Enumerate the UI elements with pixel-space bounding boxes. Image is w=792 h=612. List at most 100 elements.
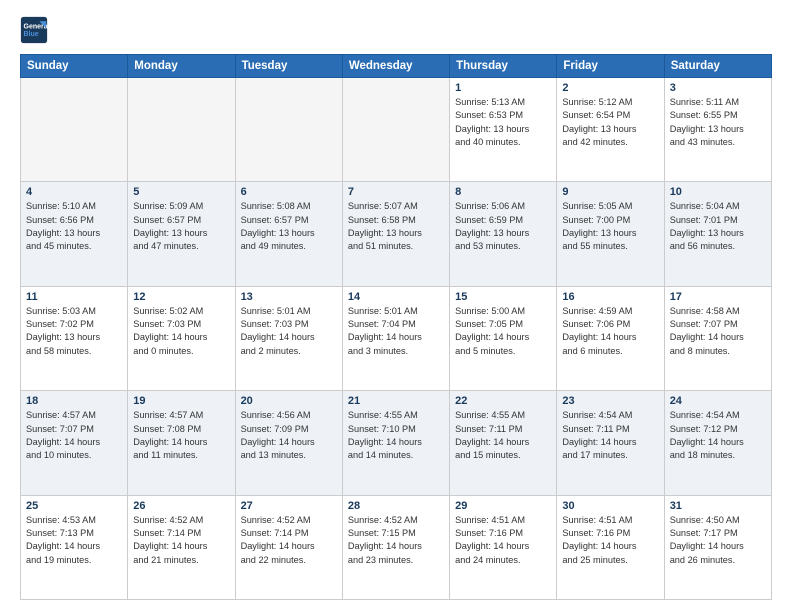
day-info: Sunrise: 4:57 AM Sunset: 7:08 PM Dayligh… bbox=[133, 409, 229, 462]
day-info: Sunrise: 5:05 AM Sunset: 7:00 PM Dayligh… bbox=[562, 200, 658, 253]
calendar-cell bbox=[235, 78, 342, 182]
day-info: Sunrise: 4:57 AM Sunset: 7:07 PM Dayligh… bbox=[26, 409, 122, 462]
day-number: 31 bbox=[670, 500, 766, 512]
day-number: 2 bbox=[562, 82, 658, 94]
calendar-cell: 5Sunrise: 5:09 AM Sunset: 6:57 PM Daylig… bbox=[128, 182, 235, 286]
day-info: Sunrise: 4:59 AM Sunset: 7:06 PM Dayligh… bbox=[562, 305, 658, 358]
day-info: Sunrise: 5:13 AM Sunset: 6:53 PM Dayligh… bbox=[455, 96, 551, 149]
calendar-cell: 1 Sunrise: 5:13 AM Sunset: 6:53 PM Daylig… bbox=[450, 78, 557, 182]
day-info: Sunrise: 4:54 AM Sunset: 7:11 PM Dayligh… bbox=[562, 409, 658, 462]
logo-icon: General Blue bbox=[20, 16, 48, 44]
day-info: Sunrise: 5:10 AM Sunset: 6:56 PM Dayligh… bbox=[26, 200, 122, 253]
day-info: Sunrise: 5:03 AM Sunset: 7:02 PM Dayligh… bbox=[26, 305, 122, 358]
header: General Blue bbox=[20, 16, 772, 44]
calendar-cell: 21 Sunrise: 4:55 AM Sunset: 7:10 PM Dayli… bbox=[342, 391, 449, 495]
calendar-cell: 26 Sunrise: 4:52 AM Sunset: 7:14 PM Dayli… bbox=[128, 495, 235, 599]
day-info: Sunrise: 4:51 AM Sunset: 7:16 PM Dayligh… bbox=[562, 514, 658, 567]
weekday-header-tuesday: Tuesday bbox=[235, 55, 342, 78]
calendar-cell: 11 Sunrise: 5:03 AM Sunset: 7:02 PM Dayli… bbox=[21, 286, 128, 390]
day-number: 29 bbox=[455, 500, 551, 512]
day-number: 27 bbox=[241, 500, 337, 512]
day-number: 30 bbox=[562, 500, 658, 512]
day-number: 26 bbox=[133, 500, 229, 512]
day-number: 24 bbox=[670, 395, 766, 407]
day-info: Sunrise: 5:12 AM Sunset: 6:54 PM Dayligh… bbox=[562, 96, 658, 149]
calendar-cell: 6Sunrise: 5:08 AM Sunset: 6:57 PM Daylig… bbox=[235, 182, 342, 286]
calendar-cell bbox=[342, 78, 449, 182]
day-number: 25 bbox=[26, 500, 122, 512]
weekday-header-wednesday: Wednesday bbox=[342, 55, 449, 78]
weekday-header-saturday: Saturday bbox=[664, 55, 771, 78]
day-info: Sunrise: 5:06 AM Sunset: 6:59 PM Dayligh… bbox=[455, 200, 551, 253]
calendar-cell: 16 Sunrise: 4:59 AM Sunset: 7:06 PM Dayli… bbox=[557, 286, 664, 390]
weekday-header-row: SundayMondayTuesdayWednesdayThursdayFrid… bbox=[21, 55, 772, 78]
calendar-cell: 31 Sunrise: 4:50 AM Sunset: 7:17 PM Dayli… bbox=[664, 495, 771, 599]
day-number: 21 bbox=[348, 395, 444, 407]
day-number: 4 bbox=[26, 186, 122, 198]
calendar-cell: 29 Sunrise: 4:51 AM Sunset: 7:16 PM Dayli… bbox=[450, 495, 557, 599]
weekday-header-thursday: Thursday bbox=[450, 55, 557, 78]
day-number: 20 bbox=[241, 395, 337, 407]
day-info: Sunrise: 4:55 AM Sunset: 7:10 PM Dayligh… bbox=[348, 409, 444, 462]
day-info: Sunrise: 4:52 AM Sunset: 7:14 PM Dayligh… bbox=[241, 514, 337, 567]
weekday-header-monday: Monday bbox=[128, 55, 235, 78]
day-number: 6 bbox=[241, 186, 337, 198]
calendar-cell: 23 Sunrise: 4:54 AM Sunset: 7:11 PM Dayli… bbox=[557, 391, 664, 495]
day-number: 12 bbox=[133, 291, 229, 303]
day-info: Sunrise: 5:01 AM Sunset: 7:03 PM Dayligh… bbox=[241, 305, 337, 358]
calendar-table: SundayMondayTuesdayWednesdayThursdayFrid… bbox=[20, 54, 772, 600]
calendar-week-row: 25 Sunrise: 4:53 AM Sunset: 7:13 PM Dayli… bbox=[21, 495, 772, 599]
calendar-cell: 27 Sunrise: 4:52 AM Sunset: 7:14 PM Dayli… bbox=[235, 495, 342, 599]
calendar-cell: 7Sunrise: 5:07 AM Sunset: 6:58 PM Daylig… bbox=[342, 182, 449, 286]
day-info: Sunrise: 5:04 AM Sunset: 7:01 PM Dayligh… bbox=[670, 200, 766, 253]
weekday-header-sunday: Sunday bbox=[21, 55, 128, 78]
calendar-cell: 20 Sunrise: 4:56 AM Sunset: 7:09 PM Dayli… bbox=[235, 391, 342, 495]
calendar-cell: 12 Sunrise: 5:02 AM Sunset: 7:03 PM Dayli… bbox=[128, 286, 235, 390]
calendar-cell bbox=[21, 78, 128, 182]
day-info: Sunrise: 4:54 AM Sunset: 7:12 PM Dayligh… bbox=[670, 409, 766, 462]
day-info: Sunrise: 4:52 AM Sunset: 7:15 PM Dayligh… bbox=[348, 514, 444, 567]
calendar-week-row: 4 Sunrise: 5:10 AM Sunset: 6:56 PM Daylig… bbox=[21, 182, 772, 286]
calendar-cell: 24 Sunrise: 4:54 AM Sunset: 7:12 PM Dayli… bbox=[664, 391, 771, 495]
day-number: 13 bbox=[241, 291, 337, 303]
day-number: 1 bbox=[455, 82, 551, 94]
page: General Blue SundayMondayTuesdayWednesda… bbox=[0, 0, 792, 612]
day-number: 28 bbox=[348, 500, 444, 512]
day-number: 22 bbox=[455, 395, 551, 407]
day-number: 8 bbox=[455, 186, 551, 198]
day-info: Sunrise: 4:55 AM Sunset: 7:11 PM Dayligh… bbox=[455, 409, 551, 462]
calendar-cell: 3Sunrise: 5:11 AM Sunset: 6:55 PM Daylig… bbox=[664, 78, 771, 182]
day-info: Sunrise: 4:53 AM Sunset: 7:13 PM Dayligh… bbox=[26, 514, 122, 567]
calendar-cell: 8 Sunrise: 5:06 AM Sunset: 6:59 PM Daylig… bbox=[450, 182, 557, 286]
day-info: Sunrise: 4:56 AM Sunset: 7:09 PM Dayligh… bbox=[241, 409, 337, 462]
logo: General Blue bbox=[20, 16, 52, 44]
calendar-cell: 30 Sunrise: 4:51 AM Sunset: 7:16 PM Dayli… bbox=[557, 495, 664, 599]
day-number: 10 bbox=[670, 186, 766, 198]
svg-text:Blue: Blue bbox=[24, 31, 39, 38]
day-number: 11 bbox=[26, 291, 122, 303]
calendar-week-row: 18 Sunrise: 4:57 AM Sunset: 7:07 PM Dayli… bbox=[21, 391, 772, 495]
day-number: 5 bbox=[133, 186, 229, 198]
calendar-cell: 25 Sunrise: 4:53 AM Sunset: 7:13 PM Dayli… bbox=[21, 495, 128, 599]
day-number: 23 bbox=[562, 395, 658, 407]
day-number: 3 bbox=[670, 82, 766, 94]
day-number: 15 bbox=[455, 291, 551, 303]
day-info: Sunrise: 5:00 AM Sunset: 7:05 PM Dayligh… bbox=[455, 305, 551, 358]
calendar-cell: 18 Sunrise: 4:57 AM Sunset: 7:07 PM Dayli… bbox=[21, 391, 128, 495]
calendar-cell: 14Sunrise: 5:01 AM Sunset: 7:04 PM Dayli… bbox=[342, 286, 449, 390]
day-info: Sunrise: 4:52 AM Sunset: 7:14 PM Dayligh… bbox=[133, 514, 229, 567]
day-number: 14 bbox=[348, 291, 444, 303]
day-number: 9 bbox=[562, 186, 658, 198]
calendar-cell: 13 Sunrise: 5:01 AM Sunset: 7:03 PM Dayli… bbox=[235, 286, 342, 390]
day-info: Sunrise: 5:02 AM Sunset: 7:03 PM Dayligh… bbox=[133, 305, 229, 358]
day-info: Sunrise: 4:50 AM Sunset: 7:17 PM Dayligh… bbox=[670, 514, 766, 567]
day-info: Sunrise: 4:51 AM Sunset: 7:16 PM Dayligh… bbox=[455, 514, 551, 567]
calendar-cell: 22 Sunrise: 4:55 AM Sunset: 7:11 PM Dayli… bbox=[450, 391, 557, 495]
day-number: 18 bbox=[26, 395, 122, 407]
calendar-cell: 10 Sunrise: 5:04 AM Sunset: 7:01 PM Dayli… bbox=[664, 182, 771, 286]
weekday-header-friday: Friday bbox=[557, 55, 664, 78]
day-number: 7 bbox=[348, 186, 444, 198]
day-number: 16 bbox=[562, 291, 658, 303]
calendar-cell: 17Sunrise: 4:58 AM Sunset: 7:07 PM Dayli… bbox=[664, 286, 771, 390]
calendar-cell: 19Sunrise: 4:57 AM Sunset: 7:08 PM Dayli… bbox=[128, 391, 235, 495]
